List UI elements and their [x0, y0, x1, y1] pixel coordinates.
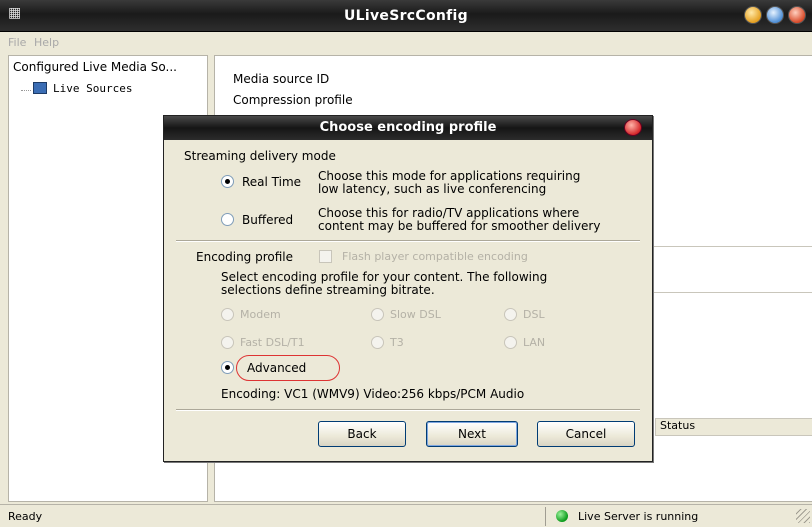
window-titlebar[interactable]: ▦ ULiveSrcConfig — [0, 0, 812, 32]
profile-instructions: Select encoding profile for your content… — [221, 270, 548, 297]
radio-lan[interactable] — [504, 336, 517, 349]
tree-root-node[interactable]: Configured Live Media So... — [13, 60, 177, 74]
section-divider — [176, 240, 640, 242]
resize-grip-icon[interactable] — [796, 509, 810, 523]
radio-t3[interactable] — [371, 336, 384, 349]
tree-connector — [21, 90, 31, 91]
prop-compression-profile: Compression profile — [233, 93, 353, 107]
dialog-titlebar[interactable]: Choose encoding profile — [164, 116, 652, 140]
maximize-button[interactable] — [766, 6, 784, 24]
status-ready-text: Ready — [8, 510, 43, 523]
menu-file[interactable]: File — [8, 36, 26, 49]
realtime-description: Choose this mode for applications requir… — [318, 169, 581, 196]
encoding-profile-heading: Encoding profile — [196, 250, 294, 264]
encoding-profile-dialog: Choose encoding profile Streaming delive… — [163, 115, 653, 462]
dialog-close-button[interactable] — [624, 119, 642, 136]
radio-realtime[interactable] — [221, 175, 234, 188]
option-fast-dsl: Fast DSL/T1 — [240, 336, 305, 349]
advanced-highlight — [236, 355, 340, 381]
radio-dsl[interactable] — [504, 308, 517, 321]
tree-item-label: Live Sources — [53, 82, 133, 95]
buffered-label[interactable]: Buffered — [242, 213, 293, 227]
menu-help[interactable]: Help — [34, 36, 59, 49]
back-button[interactable]: Back — [318, 421, 406, 447]
option-modem: Modem — [240, 308, 281, 321]
cancel-button[interactable]: Cancel — [537, 421, 635, 447]
radio-buffered[interactable] — [221, 213, 234, 226]
menu-bar: File Help — [0, 33, 812, 53]
option-t3: T3 — [390, 336, 404, 349]
radio-slow-dsl[interactable] — [371, 308, 384, 321]
option-slow-dsl: Slow DSL — [390, 308, 441, 321]
section-divider — [176, 409, 640, 411]
tree-item-live-sources[interactable]: Live Sources — [33, 82, 132, 95]
status-column-header[interactable]: Status — [655, 418, 812, 436]
radio-modem[interactable] — [221, 308, 234, 321]
dialog-title: Choose encoding profile — [319, 120, 497, 135]
status-bar: Ready Live Server is running — [0, 504, 812, 527]
encoding-summary: Encoding: VC1 (WMV9) Video:256 kbps/PCM … — [221, 387, 525, 401]
radio-fast-dsl[interactable] — [221, 336, 234, 349]
server-status-icon — [556, 510, 568, 522]
next-button[interactable]: Next — [426, 421, 518, 447]
live-sources-icon — [33, 82, 47, 94]
delivery-mode-heading: Streaming delivery mode — [184, 149, 336, 163]
flash-compatible-checkbox[interactable] — [319, 250, 332, 263]
realtime-label[interactable]: Real Time — [242, 175, 301, 189]
server-status-text: Live Server is running — [578, 510, 699, 523]
window-title: ULiveSrcConfig — [344, 8, 468, 24]
buffered-description: Choose this for radio/TV applications wh… — [318, 206, 601, 233]
radio-advanced[interactable] — [221, 361, 234, 374]
option-dsl: DSL — [523, 308, 545, 321]
prop-media-source-id: Media source ID — [233, 72, 330, 86]
minimize-button[interactable] — [744, 6, 762, 24]
flash-compatible-label: Flash player compatible encoding — [342, 250, 528, 263]
close-button[interactable] — [788, 6, 806, 24]
status-separator — [545, 507, 546, 526]
option-lan: LAN — [523, 336, 546, 349]
